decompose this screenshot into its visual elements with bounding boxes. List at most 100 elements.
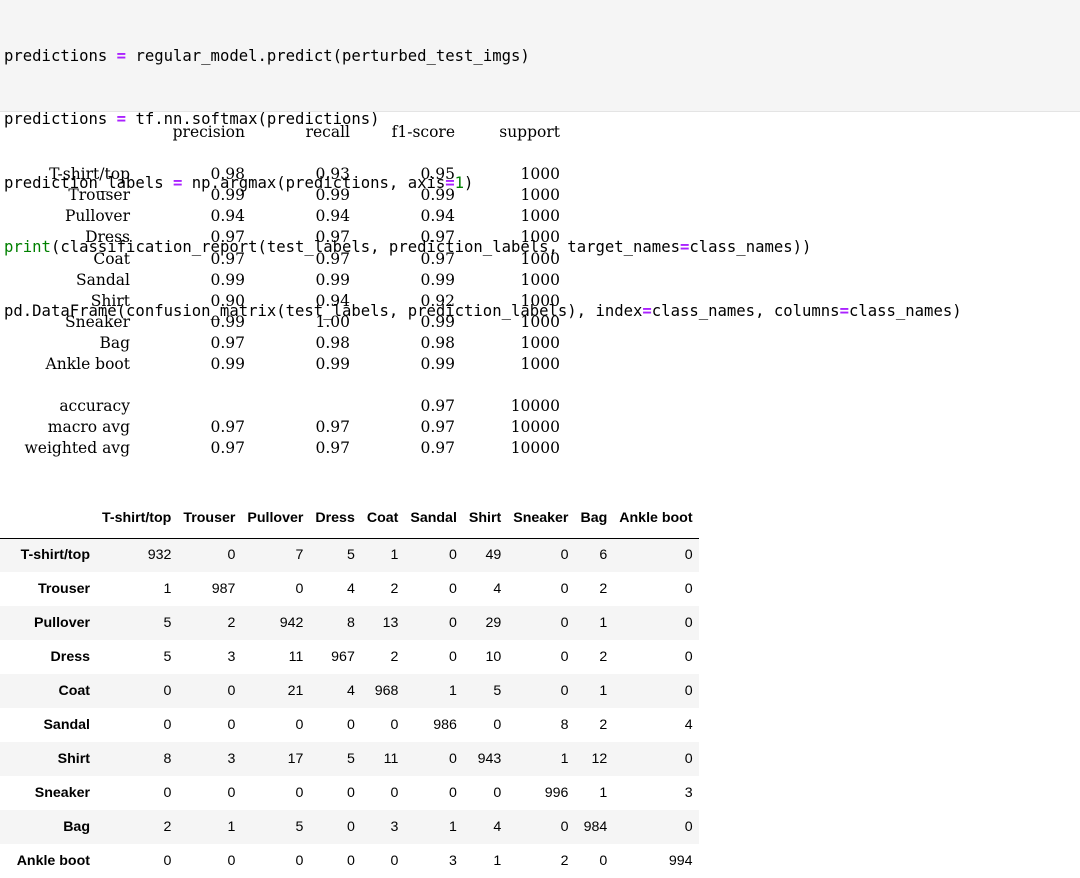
row-index-label: Ankle boot [16, 853, 90, 869]
report-support-value: 1000 [520, 228, 560, 247]
code-text: class_names, columns [651, 302, 840, 321]
confusion-matrix-table: T-shirt/top Trouser Pullover Dress Coat Sanda… [0, 498, 699, 878]
table-cell: 932 [147, 547, 172, 564]
report-header-recall: recall [305, 123, 350, 141]
table-cell: 2 [599, 581, 608, 597]
row-index-label: Trouser [37, 581, 90, 597]
table-cell: 10 [485, 649, 502, 665]
code-line-1: predictions = regular_model.predict(pert… [4, 46, 1076, 67]
table-cell: 1 [493, 853, 502, 869]
report-precision-value: 0.97 [210, 333, 245, 352]
report-support-value: 1000 [520, 207, 560, 226]
row-index-label: Pullover [34, 615, 90, 631]
report-precision-value: 0.99 [210, 355, 245, 374]
code-text: class_names) [848, 302, 962, 321]
report-recall-value: 0.97 [315, 249, 350, 268]
table-cell: 8 [163, 751, 172, 767]
table-cell: 2 [599, 717, 608, 733]
report-support-value: 1000 [520, 312, 560, 331]
row-index-label: Dress [50, 649, 90, 665]
row-index-label: Coat [58, 683, 90, 699]
report-recall-value: 0.97 [315, 228, 350, 247]
table-cell: 3 [449, 853, 457, 869]
row-index-label: T-shirt/top [20, 547, 90, 564]
table-cell: 0 [684, 615, 693, 631]
table-cell: 942 [279, 615, 304, 631]
table-row: Pullover 5 2 942 8 13 0 29 0 1 0 [0, 606, 699, 640]
report-support-value: 1000 [520, 355, 560, 374]
table-cell: 0 [560, 581, 569, 597]
report-row-label: Trouser [68, 186, 130, 205]
report-recall-value: 0.97 [315, 418, 350, 437]
report-header-f1: f1-score [391, 123, 455, 141]
report-row-label: Sandal [76, 270, 130, 289]
report-f1-value: 0.92 [420, 291, 455, 310]
row-index-label: Shirt [57, 751, 90, 767]
table-row: T-shirt/top 932 0 7 5 1 0 49 0 6 0 [0, 538, 699, 572]
table-cell: 0 [560, 649, 569, 665]
report-row-label: Bag [99, 333, 130, 352]
table-row: Trouser 1 987 0 4 2 0 4 0 2 0 [0, 572, 699, 606]
table-cell: 1 [599, 785, 608, 801]
table-cell: 0 [227, 717, 236, 733]
table-cell: 0 [560, 819, 569, 835]
report-f1-value: 0.97 [420, 228, 455, 247]
table-cell: 968 [374, 683, 399, 699]
report-support-value: 10000 [510, 418, 560, 437]
table-cell: 0 [449, 785, 457, 801]
table-cell: 987 [211, 581, 236, 597]
table-cell: 0 [227, 547, 236, 564]
table-cell: 8 [346, 615, 355, 631]
table-cell: 49 [485, 547, 502, 564]
table-cell: 0 [560, 615, 569, 631]
table-cell: 0 [684, 819, 693, 835]
table-cell: 1 [449, 683, 457, 699]
report-recall-value: 0.94 [315, 291, 350, 310]
table-cell: 13 [382, 615, 399, 631]
report-f1-value: 0.94 [420, 207, 455, 226]
table-cell: 0 [449, 615, 457, 631]
table-cell: 0 [560, 683, 569, 699]
table-row: Bag 2 1 5 0 3 1 4 0 984 0 [0, 810, 699, 844]
table-cell: 1 [227, 819, 236, 835]
code-cell[interactable]: predictions = regular_model.predict(pert… [0, 0, 1080, 320]
table-cell: 2 [390, 581, 399, 597]
report-precision-value: 0.99 [210, 312, 245, 331]
table-cell: 0 [684, 683, 693, 699]
report-support-value: 1000 [520, 333, 560, 352]
table-cell: 29 [485, 615, 502, 631]
table-cell: 967 [331, 649, 355, 665]
table-cell: 3 [227, 751, 236, 767]
report-precision-value: 0.97 [210, 249, 245, 268]
row-index-label: Bag [63, 819, 90, 835]
table-cell: 996 [544, 785, 569, 801]
table-cell: 1 [163, 581, 172, 597]
column-header: Bag [574, 498, 614, 539]
table-cell: 994 [668, 853, 693, 869]
report-header-precision: precision [172, 123, 245, 141]
table-cell: 3 [390, 819, 399, 835]
table-cell: 4 [346, 581, 355, 597]
table-cell: 5 [163, 649, 172, 665]
report-precision-value: 0.97 [210, 418, 245, 437]
column-header: Sandal [404, 498, 463, 539]
table-cell: 3 [227, 649, 236, 665]
column-header: Sneaker [507, 498, 575, 539]
report-precision-value: 0.90 [210, 291, 245, 310]
table-cell: 1 [560, 751, 569, 767]
code-operator: = [116, 110, 127, 129]
table-cell: 0 [227, 785, 236, 801]
report-recall-value: 0.93 [315, 165, 350, 184]
report-f1-value: 0.97 [420, 418, 455, 437]
table-cell: 0 [390, 717, 399, 733]
column-header: Dress [309, 498, 361, 539]
table-cell: 986 [433, 717, 457, 733]
table-cell: 0 [163, 683, 172, 699]
table-cell: 2 [560, 853, 569, 869]
report-precision-value: 0.94 [210, 207, 245, 226]
table-cell: 21 [287, 683, 304, 699]
report-f1-value: 0.95 [420, 165, 455, 184]
table-cell: 5 [295, 819, 304, 835]
code-operator: = [116, 46, 127, 65]
report-recall-value: 1.00 [315, 312, 350, 331]
